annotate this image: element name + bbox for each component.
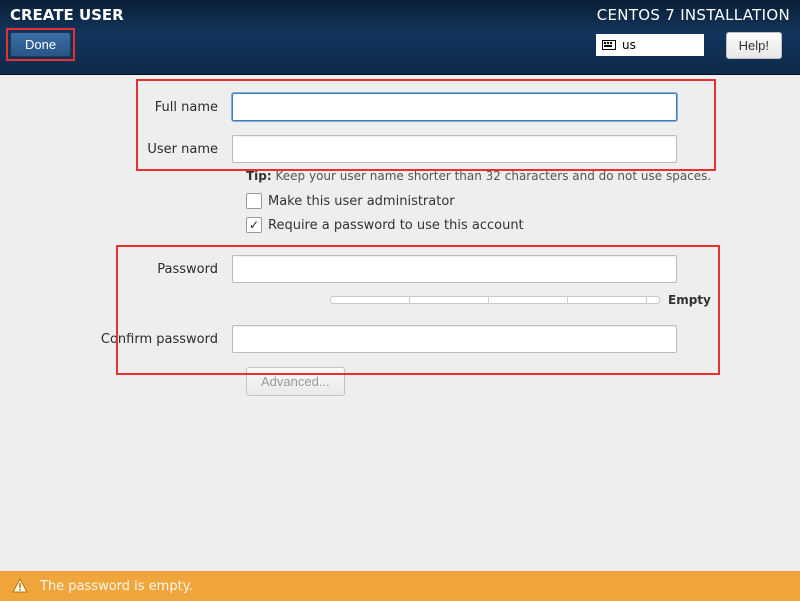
user-name-label: User name: [0, 142, 232, 157]
full-name-label: Full name: [0, 100, 232, 115]
user-name-input[interactable]: [232, 135, 677, 163]
confirm-password-label: Confirm password: [0, 332, 232, 347]
require-password-label: Require a password to use this account: [268, 218, 524, 233]
warning-bar: The password is empty.: [0, 571, 800, 601]
done-highlight: Done: [6, 28, 75, 61]
tip-text: Keep your user name shorter than 32 char…: [272, 169, 712, 183]
require-password-checkbox[interactable]: [246, 217, 262, 233]
password-label: Password: [0, 262, 232, 277]
password-strength-meter: Empty: [330, 293, 800, 307]
warning-icon: [12, 578, 28, 594]
done-button[interactable]: Done: [10, 32, 71, 57]
advanced-button[interactable]: Advanced...: [246, 367, 345, 396]
keyboard-layout-label: us: [622, 38, 636, 52]
strength-bar: [330, 296, 660, 304]
tip-prefix: Tip:: [246, 169, 272, 183]
username-tip: Tip: Keep your user name shorter than 32…: [246, 169, 800, 183]
header-bar: CREATE USER CENTOS 7 INSTALLATION Done u…: [0, 0, 800, 75]
keyboard-icon: [602, 40, 616, 50]
admin-checkbox[interactable]: [246, 193, 262, 209]
help-button[interactable]: Help!: [726, 32, 782, 59]
full-name-input[interactable]: [232, 93, 677, 121]
form-area: Full name User name Tip: Keep your user …: [0, 75, 800, 571]
product-title: CENTOS 7 INSTALLATION: [597, 6, 790, 24]
admin-checkbox-label: Make this user administrator: [268, 194, 455, 209]
warning-text: The password is empty.: [40, 579, 193, 594]
keyboard-layout-selector[interactable]: us: [596, 34, 704, 56]
confirm-password-input[interactable]: [232, 325, 677, 353]
strength-label: Empty: [668, 293, 711, 307]
page-title: CREATE USER: [10, 6, 124, 24]
password-input[interactable]: [232, 255, 677, 283]
